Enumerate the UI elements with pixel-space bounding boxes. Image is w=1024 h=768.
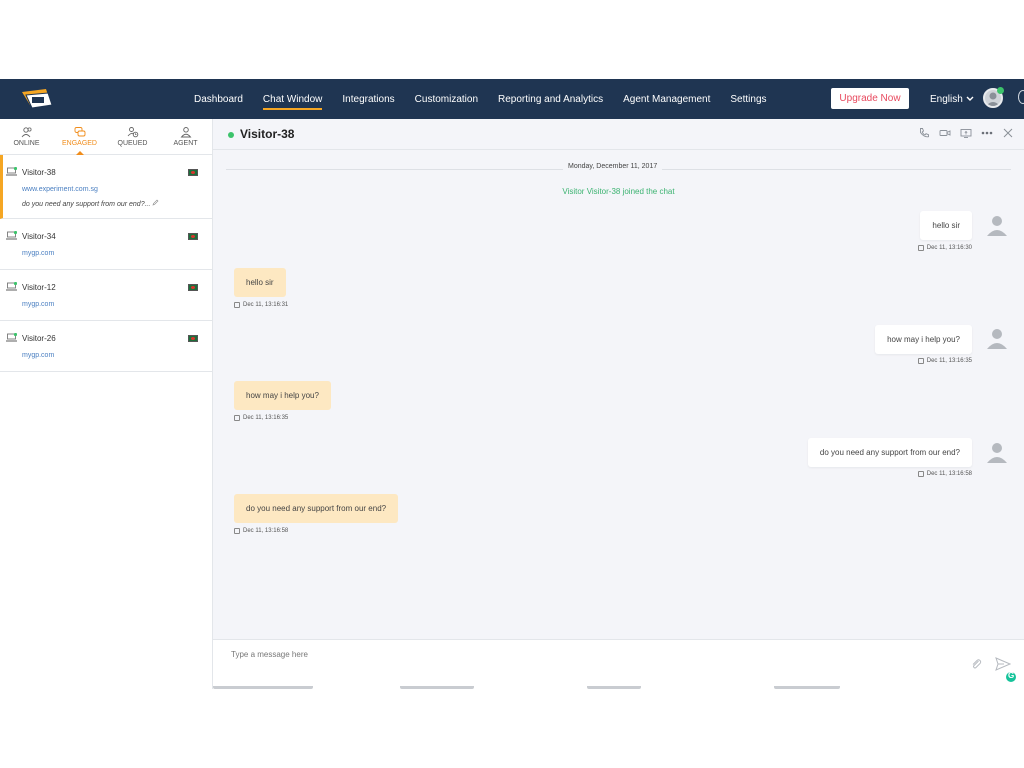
chat-actions: [918, 127, 1014, 139]
tab-label: ENGAGED: [61, 140, 97, 147]
app-logo-icon[interactable]: [20, 87, 54, 111]
user-icon: [180, 127, 191, 138]
visitor-message: hello sir: [234, 268, 286, 297]
visitor-list-item[interactable]: Visitor-38 www.experiment.com.sg do you …: [0, 155, 212, 219]
visitor-panel: ONLINE ENGAGED QUEUED AGENT Visitor-38 w…: [0, 119, 213, 689]
video-camera-icon[interactable]: [939, 127, 951, 139]
tab-label: AGENT: [173, 140, 198, 147]
chat-title: Visitor-38: [240, 127, 295, 141]
laptop-icon: [6, 167, 17, 176]
close-icon[interactable]: [1002, 127, 1014, 139]
visitor-tabs: ONLINE ENGAGED QUEUED AGENT: [0, 119, 212, 155]
send-icon[interactable]: [995, 657, 1011, 671]
visitor-list-item[interactable]: Visitor-26 mygp.com: [0, 321, 212, 372]
visitor-site[interactable]: mygp.com: [22, 250, 212, 257]
nav-settings[interactable]: Settings: [730, 79, 766, 119]
visitor-list-item[interactable]: Visitor-12 mygp.com: [0, 270, 212, 321]
calendar-icon: [917, 245, 924, 251]
user-clock-icon: [127, 127, 138, 138]
nav-chat-window[interactable]: Chat Window: [262, 79, 323, 119]
message-timestamp: Dec 11, 13:16:58: [917, 471, 972, 477]
laptop-icon: [6, 231, 17, 240]
agent-avatar-icon: [987, 443, 1007, 463]
underlying-page-fragment: [213, 686, 853, 692]
chat-window: Visitor-38 Monday, December 11, 2017 Vis…: [213, 119, 1024, 689]
calendar-icon: [234, 528, 240, 534]
message-timestamp: Dec 11, 13:16:58: [234, 528, 288, 534]
visitor-site[interactable]: mygp.com: [22, 301, 212, 308]
online-status-dot: [997, 87, 1004, 94]
country-flag-icon: [188, 169, 198, 176]
calendar-icon: [234, 415, 240, 421]
tab-agent[interactable]: AGENT: [159, 119, 212, 154]
visitor-name: Visitor-12: [22, 283, 56, 292]
agent-message: do you need any support from our end?: [807, 438, 972, 467]
calendar-icon: [917, 358, 924, 364]
visitor-site[interactable]: mygp.com: [22, 352, 212, 359]
message-timestamp: Dec 11, 13:16:31: [234, 302, 288, 308]
tab-label: ONLINE: [13, 140, 40, 147]
language-selector[interactable]: English: [930, 79, 974, 119]
paperclip-icon[interactable]: [970, 658, 982, 670]
message-timestamp: Dec 11, 13:16:35: [234, 415, 288, 421]
country-flag-icon: [188, 335, 198, 342]
nav-integrations[interactable]: Integrations: [342, 79, 394, 119]
laptop-icon: [6, 333, 17, 342]
message-input[interactable]: [231, 646, 931, 662]
chevron-down-icon: [966, 96, 974, 101]
app-root: Dashboard Chat Window Integrations Custo…: [0, 0, 1024, 768]
tab-queued[interactable]: QUEUED: [106, 119, 159, 154]
tab-label: QUEUED: [117, 140, 148, 147]
visitor-name: Visitor-38: [22, 168, 56, 177]
tab-online[interactable]: ONLINE: [0, 119, 53, 154]
visitor-online-dot: [228, 132, 234, 138]
message-timestamp: Dec 11, 13:16:35: [917, 358, 972, 364]
visitor-message: do you need any support from our end?: [234, 494, 399, 523]
chat-bubbles-icon: [74, 127, 85, 137]
calendar-icon: [917, 471, 924, 477]
country-flag-icon: [188, 233, 198, 240]
visitor-list-item[interactable]: Visitor-34 mygp.com: [0, 219, 212, 270]
help-icon[interactable]: [1018, 90, 1024, 104]
visitor-name: Visitor-34: [22, 232, 56, 241]
visitor-site[interactable]: www.experiment.com.sg: [22, 186, 212, 193]
main-nav: Dashboard Chat Window Integrations Custo…: [194, 79, 787, 119]
users-icon: [21, 127, 32, 138]
nav-customization[interactable]: Customization: [415, 79, 478, 119]
phone-icon[interactable]: [918, 127, 930, 139]
nav-dashboard[interactable]: Dashboard: [194, 79, 243, 119]
nav-reporting-analytics[interactable]: Reporting and Analytics: [498, 79, 603, 119]
nav-agent-management[interactable]: Agent Management: [623, 79, 710, 119]
country-flag-icon: [188, 284, 198, 291]
message-composer: [213, 639, 1024, 689]
language-label: English: [930, 93, 963, 105]
agent-avatar-icon: [987, 329, 1007, 349]
upgrade-now-button[interactable]: Upgrade Now: [831, 88, 909, 109]
more-options-icon[interactable]: [981, 127, 993, 139]
tab-engaged[interactable]: ENGAGED: [53, 119, 106, 155]
grammarly-icon[interactable]: [1004, 670, 1018, 684]
message-timestamp: Dec 11, 13:16:30: [917, 245, 972, 251]
top-navbar: Dashboard Chat Window Integrations Custo…: [0, 79, 1024, 119]
agent-avatar-icon: [987, 216, 1007, 236]
visitor-message: how may i help you?: [234, 381, 331, 410]
join-notice: Visitor Visitor-38 joined the chat: [562, 187, 675, 196]
screen-share-icon[interactable]: [960, 127, 972, 139]
pencil-icon: [152, 199, 159, 206]
chat-date: Monday, December 11, 2017: [563, 163, 663, 170]
visitor-last-message: do you need any support from our end?...: [22, 199, 212, 208]
agent-message: how may i help you?: [875, 325, 972, 354]
chat-header: Visitor-38: [213, 119, 1024, 150]
agent-message: hello sir: [920, 211, 972, 240]
laptop-icon: [6, 282, 17, 291]
calendar-icon: [234, 302, 240, 308]
visitor-name: Visitor-26: [22, 334, 56, 343]
